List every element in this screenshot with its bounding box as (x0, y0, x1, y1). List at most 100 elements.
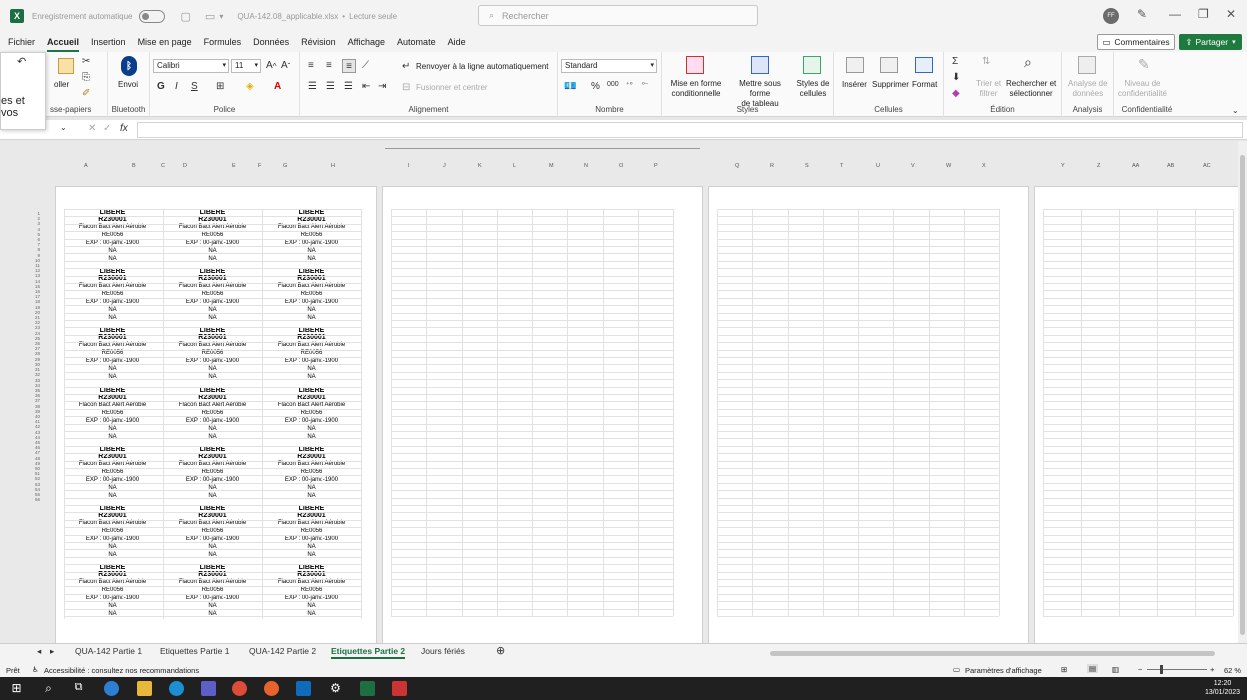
font-color-icon[interactable]: A (274, 81, 281, 92)
column-header[interactable]: O (619, 163, 623, 169)
cell-styles-label[interactable]: Styles de cellules (795, 79, 831, 99)
column-header[interactable]: S (805, 163, 809, 169)
sensitivity-label[interactable]: Niveau de confidentialité (1118, 79, 1167, 99)
tab-formules[interactable]: Formules (204, 35, 242, 49)
percent-icon[interactable]: % (591, 81, 600, 92)
conditional-format-icon[interactable] (686, 56, 704, 74)
teams-icon[interactable] (201, 681, 216, 696)
zoom-level[interactable]: 62 % (1224, 666, 1241, 675)
column-header[interactable]: B (132, 163, 136, 169)
increase-font-icon[interactable]: A ^ (266, 60, 277, 71)
cancel-icon[interactable]: ✕ (88, 123, 96, 134)
sort-filter-label[interactable]: Trier et filtrer (976, 79, 1001, 99)
align-right-icon[interactable]: ☰ (344, 81, 353, 92)
delete-cells-icon[interactable] (880, 57, 898, 73)
format-cells-icon[interactable] (915, 57, 933, 73)
sheet-tab-etiquettes-p2[interactable]: Etiquettes Partie 2 (331, 646, 406, 659)
column-header[interactable]: X (982, 163, 986, 169)
page-break-view-icon[interactable]: ▥ (1112, 665, 1119, 674)
find-icon[interactable]: ⌕ (1024, 54, 1032, 71)
analyze-data-label[interactable]: Analyse de données (1068, 79, 1108, 99)
tab-automate[interactable]: Automate (397, 35, 436, 49)
taskbar-search-icon[interactable]: ⌕ (41, 681, 56, 696)
align-center-icon[interactable]: ☰ (326, 81, 335, 92)
increase-decimal-icon[interactable]: ⁺⁰ (626, 81, 633, 89)
app-taskbar-icon[interactable] (392, 681, 407, 696)
user-avatar[interactable]: FF (1103, 8, 1119, 24)
edge-icon[interactable] (169, 681, 184, 696)
column-header[interactable]: A (84, 163, 88, 169)
orientation-icon[interactable]: ⟋ (362, 60, 369, 71)
borders-icon[interactable]: ⊞ (216, 81, 224, 92)
normal-view-icon[interactable]: ⊞ (1061, 665, 1067, 674)
restore-icon[interactable]: ❐ (1198, 7, 1209, 21)
column-header[interactable]: F (258, 163, 261, 169)
autosave-toggle[interactable] (138, 9, 165, 23)
qat-dropdown-icon[interactable]: ▾ (219, 12, 223, 21)
format-painter-icon[interactable]: ✐ (82, 88, 90, 99)
font-name-combo[interactable]: Calibri (153, 59, 229, 73)
clear-icon[interactable]: ◆ (952, 88, 960, 99)
analyze-data-icon[interactable] (1078, 56, 1096, 74)
file-explorer-icon[interactable] (137, 681, 152, 696)
zoom-slider[interactable] (1147, 669, 1207, 670)
windows-start-icon[interactable]: ⊞ (9, 681, 24, 696)
sort-filter-icon[interactable]: ⇅ (982, 56, 990, 67)
save-icon[interactable]: ▢ (181, 10, 191, 23)
bluetooth-send-label[interactable]: Envoi (118, 80, 138, 90)
fill-icon[interactable]: ⬇ (952, 72, 960, 83)
accessibility-status[interactable]: Accessibilité : consultez nos recommanda… (44, 666, 199, 675)
zoom-out-icon[interactable]: − (1138, 665, 1142, 674)
column-header[interactable]: AB (1167, 163, 1174, 169)
chrome-icon[interactable] (232, 681, 247, 696)
zoom-in-icon[interactable]: + (1210, 665, 1214, 674)
bold-button[interactable]: G (157, 81, 165, 92)
underline-button[interactable]: S (191, 81, 198, 92)
cell-styles-icon[interactable] (803, 56, 821, 74)
add-sheet-icon[interactable]: ⊕ (496, 644, 505, 657)
tab-revision[interactable]: Révision (301, 35, 336, 49)
column-header[interactable]: Z (1097, 163, 1100, 169)
display-settings[interactable]: Paramètres d'affichage (965, 666, 1042, 675)
column-header[interactable]: Y (1061, 163, 1065, 169)
outlook-icon[interactable] (296, 681, 311, 696)
merge-center-label[interactable]: Fusionner et centrer (416, 83, 488, 93)
zoom-slider-thumb[interactable] (1160, 665, 1163, 674)
tab-accueil[interactable]: Accueil (47, 35, 80, 52)
fx-icon[interactable]: fx (120, 123, 128, 134)
column-header[interactable]: E (232, 163, 236, 169)
thousands-icon[interactable]: 000 (607, 81, 619, 88)
insert-label[interactable]: Insérer (842, 80, 867, 90)
vertical-scrollbar[interactable] (1238, 141, 1247, 643)
format-as-table-icon[interactable] (751, 56, 769, 74)
column-header[interactable]: AA (1132, 163, 1139, 169)
close-icon[interactable]: ✕ (1226, 7, 1236, 21)
decrease-font-icon[interactable]: Aˇ (281, 60, 290, 71)
insert-cells-icon[interactable] (846, 57, 864, 73)
find-select-label[interactable]: Rechercher et sélectionner (1006, 79, 1056, 99)
sheet-tab-qua142-p2[interactable]: QUA-142 Partie 2 (249, 646, 316, 656)
column-header[interactable]: W (946, 163, 951, 169)
tab-insertion[interactable]: Insertion (91, 35, 126, 49)
column-header[interactable]: H (331, 163, 335, 169)
indent-icon[interactable]: ⇤ (362, 81, 370, 92)
column-header[interactable]: R (770, 163, 774, 169)
delete-label[interactable]: Supprimer (872, 80, 909, 90)
column-header[interactable]: L (513, 163, 516, 169)
column-header[interactable]: M (549, 163, 554, 169)
worksheet-area[interactable]: A B C D E F G H I J K L M N O P Q R S T U V W X Y Z AA AB AC 1234567… (0, 141, 1247, 643)
autosum-icon[interactable]: Σ (952, 56, 958, 67)
settings-icon[interactable]: ⚙ (328, 681, 343, 696)
align-middle-icon[interactable]: ≡ (326, 60, 332, 71)
tab-aide[interactable]: Aide (448, 35, 466, 49)
page-layout-view-icon[interactable]: ▤ (1087, 664, 1099, 673)
wrap-icon[interactable]: ↵ (402, 61, 410, 72)
column-header[interactable]: D (183, 163, 187, 169)
align-bottom-icon[interactable]: ≡ (342, 59, 356, 73)
namebox-dropdown-icon[interactable]: ⌄ (60, 123, 67, 132)
enter-icon[interactable]: ✓ (103, 123, 111, 134)
currency-icon[interactable]: 💶 (564, 81, 576, 92)
paste-icon[interactable] (58, 58, 74, 74)
column-header[interactable]: C (161, 163, 165, 169)
fill-color-icon[interactable]: ◈ (246, 81, 254, 92)
